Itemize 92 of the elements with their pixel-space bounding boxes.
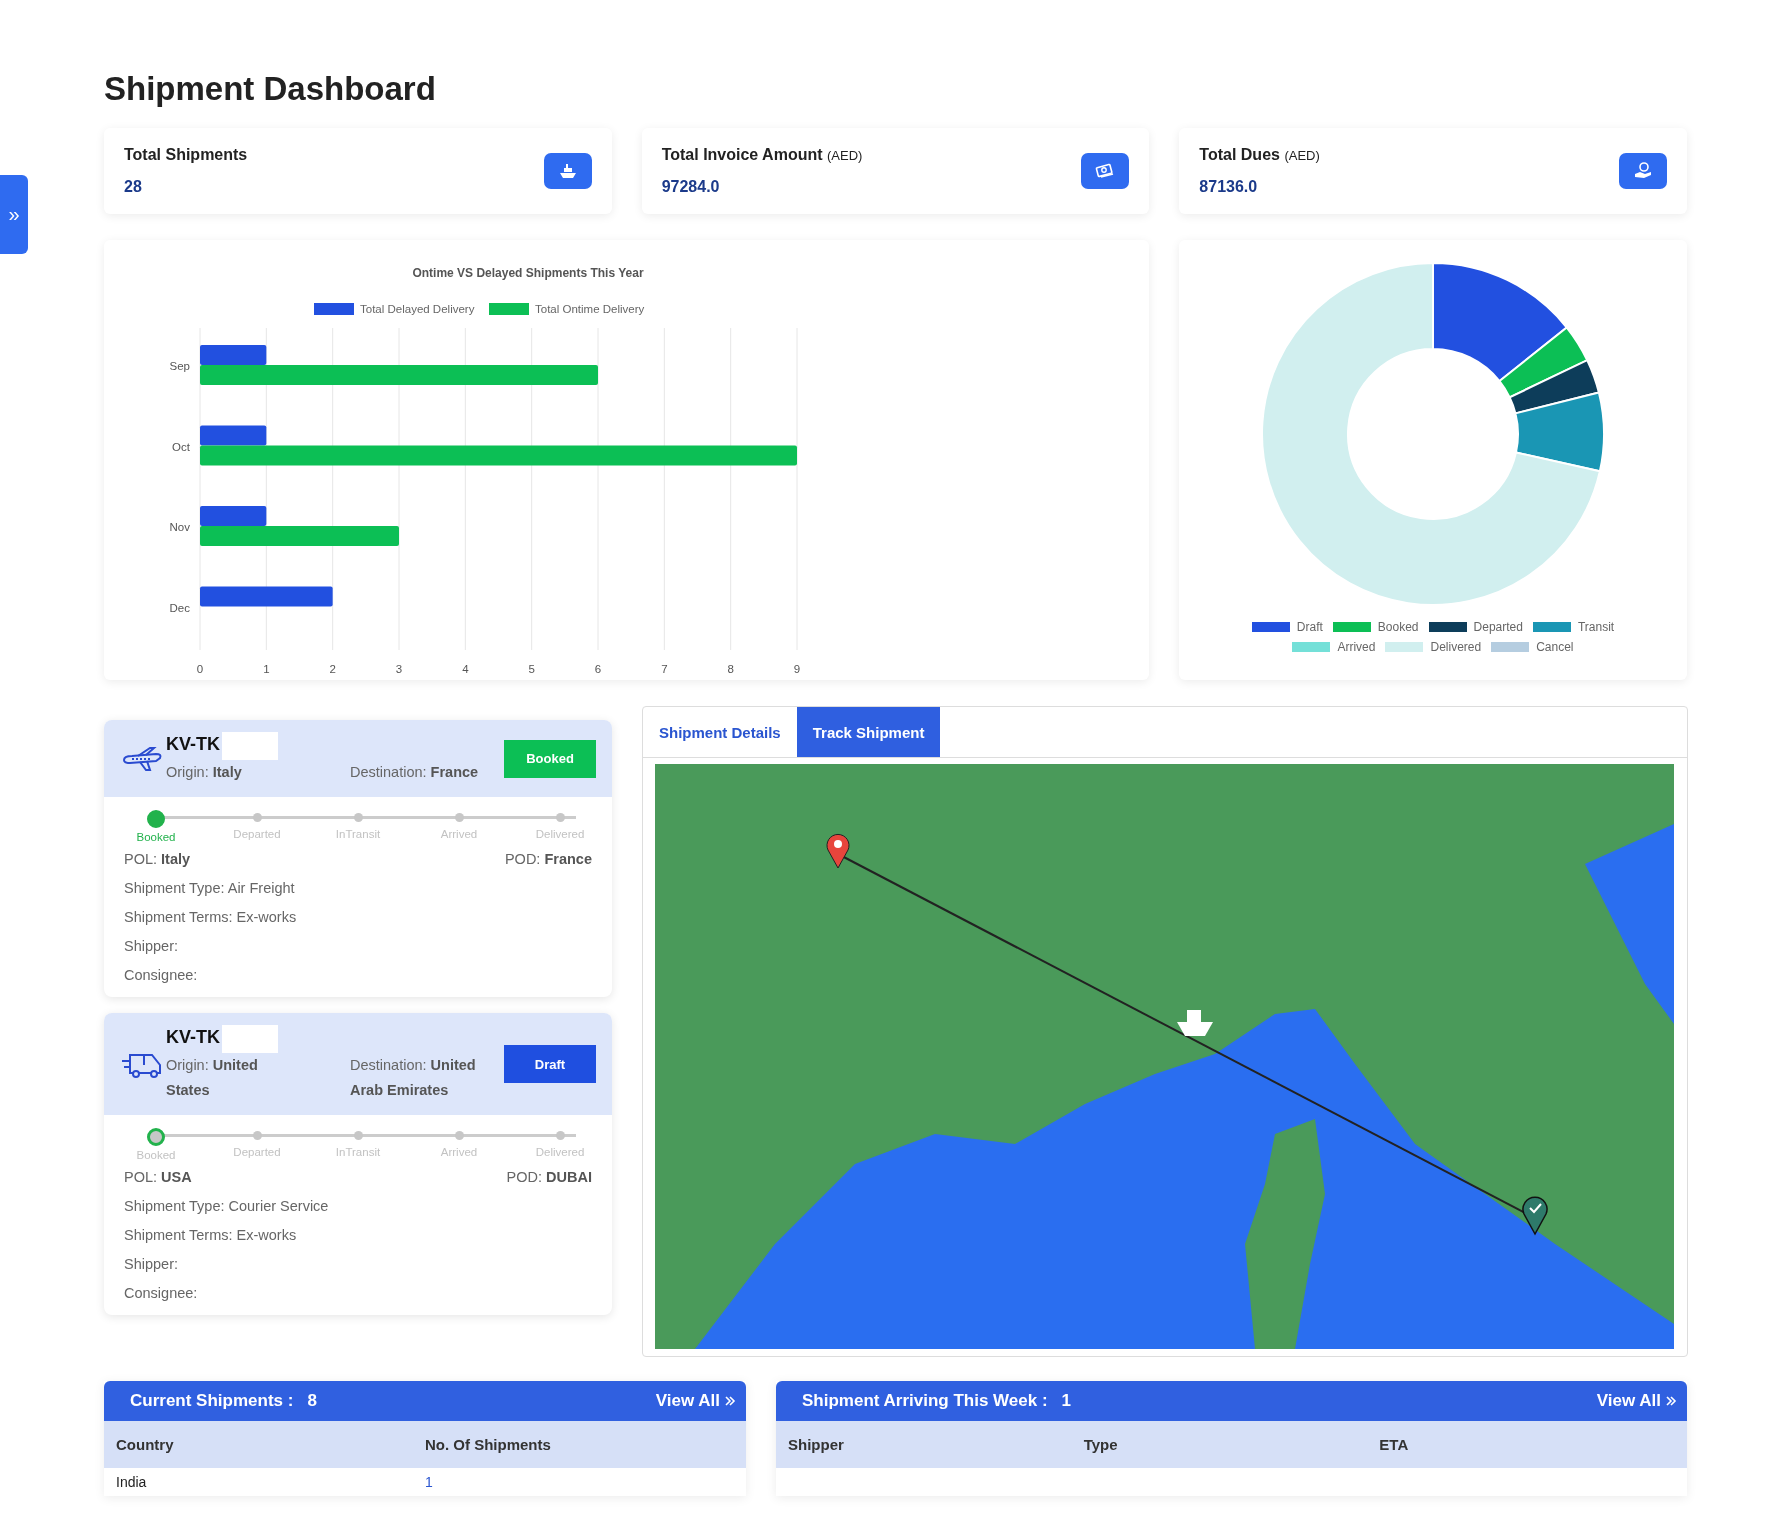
step-label: InTransit xyxy=(335,828,381,840)
step-label: Booked xyxy=(136,831,176,843)
detail-text: Shipper: xyxy=(124,1256,179,1272)
legend-swatch xyxy=(489,303,529,315)
stat-label: Total Invoice Amount (AED) xyxy=(661,146,863,163)
pol-text: POL: USA xyxy=(124,1169,192,1185)
axis-tick-label: 3 xyxy=(395,663,403,675)
axis-tick-label: 4 xyxy=(462,663,469,675)
step-label: Departed xyxy=(233,1146,281,1158)
pod-text: POD: DUBAI xyxy=(506,1169,592,1185)
pod-text: POD: France xyxy=(504,851,592,867)
detail-text: Shipment Terms: Ex-works xyxy=(124,909,298,925)
stat-icon-button[interactable] xyxy=(1619,153,1667,189)
axis-tick-label: 6 xyxy=(594,663,602,675)
stat-label: Total Dues (AED) xyxy=(1199,146,1320,163)
step-label: Booked xyxy=(136,1149,176,1161)
axis-tick-label: 7 xyxy=(661,663,668,675)
hand-coin-icon xyxy=(1635,162,1651,178)
axis-tick-label: 2 xyxy=(329,663,336,675)
stat-value: 87136.0 xyxy=(1199,178,1258,196)
step-label: Delivered xyxy=(535,828,585,840)
ship-icon xyxy=(559,164,576,178)
pol-text: POL: Italy xyxy=(124,851,191,867)
stat-icon-button[interactable] xyxy=(1081,153,1130,189)
table-count: 1 xyxy=(1061,1391,1072,1411)
axis-tick-label: 8 xyxy=(727,663,734,675)
shipment-id: KV-TK xyxy=(166,1027,220,1049)
step-label: Departed xyxy=(233,828,281,840)
destination-text: Destination: United Arab Emirates xyxy=(349,1056,477,1100)
step-label: Arrived xyxy=(440,1146,478,1158)
chart-title: Ontime VS Delayed Shipments This Year xyxy=(412,266,644,280)
sidebar-toggle-button[interactable]: » xyxy=(0,175,28,254)
axis-category-label: Dec xyxy=(169,601,190,614)
column-header: Country xyxy=(116,1436,175,1453)
axis-category-label: Oct xyxy=(172,440,190,453)
pin-icon xyxy=(1522,1196,1548,1235)
legend-label: Booked xyxy=(1377,620,1419,634)
stat-value: 97284.0 xyxy=(661,178,720,196)
legend-swatch xyxy=(314,303,354,315)
column-header: Type xyxy=(1083,1436,1119,1453)
table-count: 8 xyxy=(307,1391,317,1411)
axis-category-label: Sep xyxy=(169,360,190,372)
origin-text: Origin: Italy xyxy=(166,763,243,782)
ship-icon xyxy=(1177,1010,1213,1036)
shipment-id: KV-TK xyxy=(166,734,220,756)
legend-label: Delivered xyxy=(1430,640,1482,654)
axis-tick-label: 0 xyxy=(196,663,204,675)
legend-label: Transit xyxy=(1577,620,1615,634)
legend-label: Draft xyxy=(1296,620,1323,634)
redaction-block xyxy=(222,1025,278,1053)
status-label: Draft xyxy=(504,1045,596,1083)
step-label: InTransit xyxy=(335,1146,381,1158)
column-header: Shipper xyxy=(788,1436,845,1453)
double-chevron-icon xyxy=(724,1395,736,1407)
stat-icon-button[interactable] xyxy=(543,153,592,189)
legend-label: Arrived xyxy=(1337,640,1376,654)
detail-text: Shipment Terms: Ex-works xyxy=(124,1227,298,1243)
redaction-block xyxy=(222,732,278,760)
column-header: No. Of Shipments xyxy=(425,1436,552,1453)
table-cell-text: India xyxy=(116,1474,148,1490)
detail-text: Shipment Type: Courier Service xyxy=(124,1198,330,1214)
view-all-link[interactable]: View All xyxy=(655,1391,736,1411)
tab[interactable]: Shipment Details xyxy=(643,707,797,757)
detail-text: Consignee: xyxy=(124,1285,199,1301)
column-header: ETA xyxy=(1379,1436,1410,1453)
destination-text: Destination: France xyxy=(349,763,480,782)
legend-label: Departed xyxy=(1473,620,1523,634)
page-title: Shipment Dashboard xyxy=(104,70,437,108)
stat-label: Total Shipments xyxy=(124,146,248,163)
legend-label: Cancel xyxy=(1536,640,1574,654)
tab[interactable]: Track Shipment xyxy=(796,707,941,757)
legend-label: Total Delayed Delivery xyxy=(360,303,475,315)
step-label: Arrived xyxy=(440,828,478,840)
detail-text: Shipment Type: Air Freight xyxy=(124,880,296,896)
view-all-link[interactable]: View All xyxy=(1596,1391,1677,1411)
legend-label: Total Ontime Delivery xyxy=(535,303,645,315)
axis-tick-label: 1 xyxy=(263,663,270,675)
status-label: Booked xyxy=(504,739,596,778)
step-label: Delivered xyxy=(535,1146,585,1158)
axis-tick-label: 9 xyxy=(793,663,801,675)
double-chevron-icon xyxy=(1665,1395,1677,1407)
table-title: Shipment Arriving This Week : xyxy=(802,1391,1048,1411)
detail-text: Consignee: xyxy=(124,967,199,983)
detail-text: Shipper: xyxy=(124,938,179,954)
axis-tick-label: 5 xyxy=(528,663,535,675)
table-title: Current Shipments : xyxy=(130,1391,294,1411)
origin-text: Origin: United States xyxy=(166,1056,259,1100)
money-icon xyxy=(1095,163,1115,178)
pin-icon xyxy=(826,833,850,869)
table-cell-text: 1 xyxy=(425,1474,434,1490)
stat-value: 28 xyxy=(124,178,142,196)
axis-category-label: Nov xyxy=(169,521,190,533)
